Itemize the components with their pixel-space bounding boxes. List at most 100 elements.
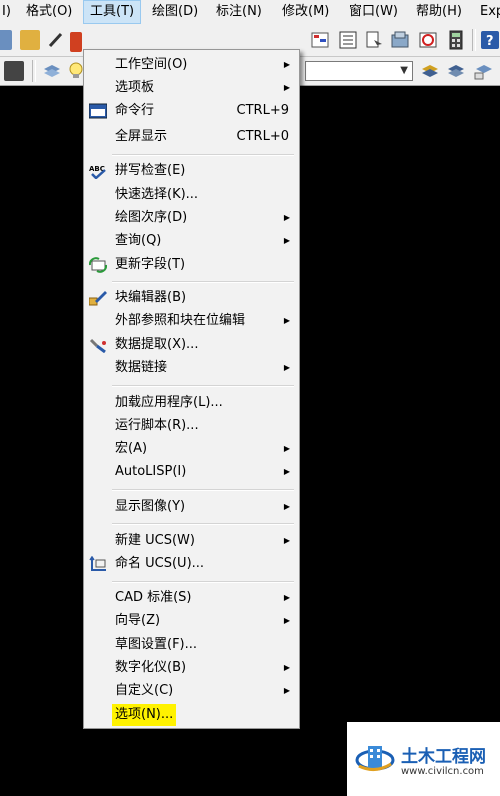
menu-view-partial[interactable]: I)	[0, 0, 17, 24]
menu-item-label: 数字化仪(B)	[115, 660, 187, 675]
tools-dropdown-menu: 工作空间(O) ▶ 选项板 ▶ 命令行 CTRL+9 全屏显示 CTRL+0 A…	[83, 49, 300, 729]
menu-item-inquiry[interactable]: 查询(Q) ▶	[84, 230, 299, 252]
chevron-down-icon: ▼	[400, 65, 408, 76]
menu-item-options[interactable]: 选项(N)...	[84, 704, 299, 726]
menu-separator	[112, 154, 294, 156]
calculator-icon[interactable]	[446, 30, 466, 50]
menu-item-label: 更新字段(T)	[115, 257, 186, 272]
menu-draw[interactable]: 绘图(D)	[146, 0, 204, 24]
menu-item-label: 工作空间(O)	[115, 57, 188, 72]
submenu-arrow-icon: ▶	[283, 663, 290, 672]
submenu-arrow-icon: ▶	[283, 536, 290, 545]
menu-bar: I) 格式(O) 工具(T) 绘图(D) 标注(N) 修改(M) 窗口(W) 帮…	[0, 0, 500, 25]
markup-icon[interactable]	[418, 30, 438, 50]
menu-item-label: 宏(A)	[115, 441, 148, 456]
submenu-arrow-icon: ▶	[283, 444, 290, 453]
menu-item-data-extraction[interactable]: 数据提取(X)...	[84, 334, 299, 356]
data-extraction-icon	[89, 338, 106, 353]
submenu-arrow-icon: ▶	[283, 60, 290, 69]
shortcut-label: CTRL+9	[236, 103, 289, 118]
menu-item-data-links[interactable]: 数据链接 ▶	[84, 357, 299, 379]
menu-item-run-script[interactable]: 运行脚本(R)...	[84, 415, 299, 437]
menu-item-label: 选项板	[115, 80, 155, 95]
menu-item-label: 查询(Q)	[115, 233, 162, 248]
design-center-icon[interactable]	[338, 30, 358, 50]
menu-express[interactable]: Exp	[474, 0, 500, 24]
menu-item-label: 数据链接	[115, 360, 168, 375]
submenu-arrow-icon: ▶	[283, 236, 290, 245]
menu-item-label: 加载应用程序(L)...	[115, 395, 223, 410]
help-icon[interactable]: ?	[480, 30, 500, 50]
menu-item-load-application[interactable]: 加载应用程序(L)...	[84, 392, 299, 414]
menu-item-label: 显示图像(Y)	[115, 499, 186, 514]
menu-item-label: 命令行	[115, 103, 155, 118]
submenu-arrow-icon: ▶	[283, 363, 290, 372]
spell-check-icon: ABC	[89, 165, 106, 179]
menu-separator	[112, 523, 294, 525]
menu-help[interactable]: 帮助(H)	[410, 0, 468, 24]
submenu-arrow-icon: ▶	[283, 502, 290, 511]
menu-item-clean-screen[interactable]: 全屏显示 CTRL+0	[84, 126, 299, 148]
menu-window[interactable]: 窗口(W)	[343, 0, 404, 24]
block-editor-icon	[89, 291, 107, 306]
menu-item-customize[interactable]: 自定义(C) ▶	[84, 680, 299, 702]
menu-dimension[interactable]: 标注(N)	[210, 0, 268, 24]
match-properties-icon[interactable]	[70, 32, 82, 52]
menu-item-display-image[interactable]: 显示图像(Y) ▶	[84, 496, 299, 518]
menu-item-wizards[interactable]: 向导(Z) ▶	[84, 610, 299, 632]
menu-item-label: 自定义(C)	[115, 683, 174, 698]
menu-item-drafting-settings[interactable]: 草图设置(F)...	[84, 634, 299, 656]
site-watermark: 土木工程网 www.civilcn.com	[347, 722, 500, 796]
menu-item-new-ucs[interactable]: 新建 UCS(W) ▶	[84, 530, 299, 552]
layer-tools-icon[interactable]	[472, 61, 492, 81]
menu-item-label: 快速选择(K)...	[115, 187, 199, 202]
submenu-arrow-icon: ▶	[283, 316, 290, 325]
named-ucs-icon	[89, 556, 106, 571]
menu-item-label: 块编辑器(B)	[115, 290, 187, 305]
menu-item-named-ucs[interactable]: 命名 UCS(U)...	[84, 553, 299, 575]
menu-item-tablet[interactable]: 数字化仪(B) ▶	[84, 657, 299, 679]
toolbar-separator	[32, 60, 36, 82]
menu-item-label: 外部参照和块在位编辑	[115, 313, 246, 328]
menu-item-label: 数据提取(X)...	[115, 337, 199, 352]
menu-item-label: 向导(Z)	[115, 613, 161, 628]
open-file-icon[interactable]	[20, 30, 40, 50]
menu-item-macro[interactable]: 宏(A) ▶	[84, 438, 299, 460]
menu-item-cad-standards[interactable]: CAD 标准(S) ▶	[84, 587, 299, 609]
menu-format[interactable]: 格式(O)	[20, 0, 78, 24]
menu-item-xref-edit[interactable]: 外部参照和块在位编辑 ▶	[84, 310, 299, 332]
menu-item-label: 选项(N)...	[112, 704, 177, 726]
menu-item-block-editor[interactable]: 块编辑器(B)	[84, 287, 299, 309]
menu-item-label: CAD 标准(S)	[115, 590, 192, 605]
menu-item-workspaces[interactable]: 工作空间(O) ▶	[84, 54, 299, 76]
properties-icon[interactable]	[310, 30, 330, 50]
menu-item-command-line[interactable]: 命令行 CTRL+9	[84, 100, 299, 122]
menu-item-autolisp[interactable]: AutoLISP(I) ▶	[84, 461, 299, 483]
menu-modify[interactable]: 修改(M)	[276, 0, 335, 24]
menu-item-label: 草图设置(F)...	[115, 637, 198, 652]
make-current-layer-icon[interactable]	[420, 61, 440, 81]
pen-icon[interactable]	[46, 30, 66, 50]
watermark-url: www.civilcn.com	[401, 766, 484, 777]
menu-item-spelling[interactable]: ABC 拼写检查(E)	[84, 160, 299, 182]
menu-item-update-fields[interactable]: 更新字段(T)	[84, 254, 299, 276]
watermark-title: 土木工程网	[401, 747, 486, 767]
sheet-set-icon[interactable]	[390, 30, 410, 50]
menu-separator	[112, 581, 294, 583]
tool-palettes-icon[interactable]	[364, 30, 384, 50]
shortcut-label: CTRL+0	[236, 129, 289, 144]
submenu-arrow-icon: ▶	[283, 686, 290, 695]
layer-state-icon[interactable]	[4, 61, 24, 81]
menu-item-quick-select[interactable]: 快速选择(K)...	[84, 184, 299, 206]
menu-item-draw-order[interactable]: 绘图次序(D) ▶	[84, 207, 299, 229]
menu-item-label: 拼写检查(E)	[115, 163, 186, 178]
layer-dropdown[interactable]: ▼	[305, 61, 413, 81]
layer-previous-icon[interactable]	[446, 61, 466, 81]
menu-tools[interactable]: 工具(T)	[83, 0, 142, 24]
svg-text:?: ?	[486, 34, 494, 49]
civil-engineering-logo-icon	[355, 746, 395, 771]
menu-separator	[112, 385, 294, 387]
new-file-icon[interactable]	[0, 30, 12, 50]
menu-item-palettes[interactable]: 选项板 ▶	[84, 77, 299, 99]
layer-manager-icon[interactable]	[42, 61, 62, 81]
